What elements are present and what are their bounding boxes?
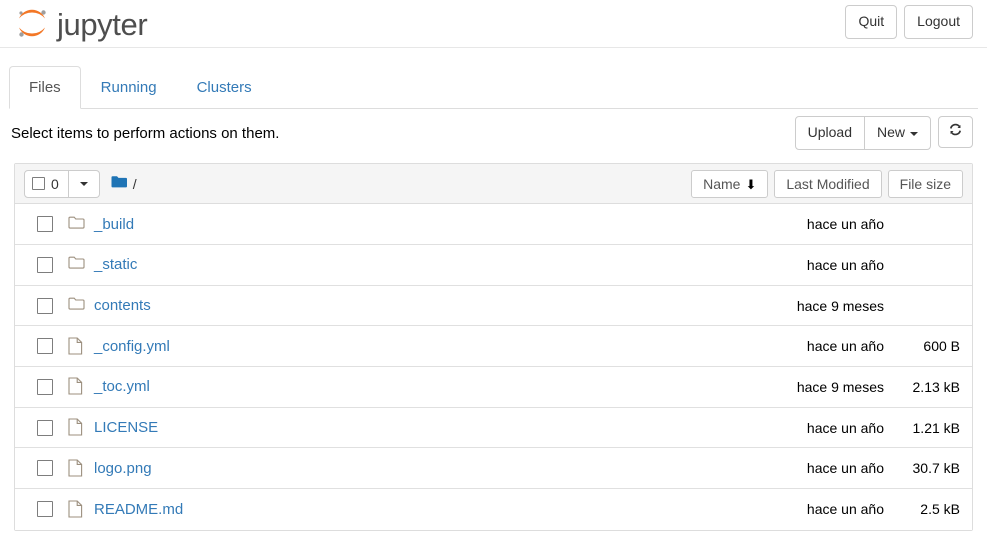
jupyter-logo-icon: [12, 3, 52, 43]
upload-button[interactable]: Upload: [794, 116, 865, 151]
row-checkbox[interactable]: [37, 216, 53, 233]
table-row[interactable]: _static hace un año: [15, 244, 972, 286]
table-row[interactable]: contents hace 9 meses: [15, 285, 972, 327]
logout-button[interactable]: Logout: [904, 5, 973, 39]
tab-files[interactable]: Files: [9, 66, 81, 110]
row-checkbox[interactable]: [37, 460, 53, 477]
column-sort-buttons: Name ⬇ Last Modified File size: [691, 170, 963, 199]
item-name-link[interactable]: README.md: [94, 501, 183, 518]
sort-name-label: Name: [703, 176, 741, 193]
item-modified: hace un año: [806, 338, 884, 355]
table-row[interactable]: _config.yml hace un año 600 B: [15, 326, 972, 368]
selection-hint: Select items to perform actions on them.: [11, 125, 280, 143]
arrow-down-icon: ⬇: [745, 176, 757, 192]
tab-clusters[interactable]: Clusters: [177, 66, 272, 109]
item-name-link[interactable]: contents: [94, 297, 151, 314]
brand-name: jupyter: [57, 6, 148, 42]
file-icon: [68, 459, 85, 478]
row-checkbox[interactable]: [37, 378, 53, 395]
table-row[interactable]: logo.png hace un año 30.7 kB: [15, 448, 972, 490]
sort-last-modified-button[interactable]: Last Modified: [774, 170, 882, 199]
refresh-icon: [948, 124, 963, 140]
item-name-link[interactable]: _config.yml: [94, 338, 170, 355]
item-modified: hace un año: [806, 256, 884, 273]
sort-name-button[interactable]: Name ⬇: [691, 170, 769, 199]
tab-running-link[interactable]: Running: [81, 66, 177, 109]
brand[interactable]: jupyter: [12, 1, 148, 45]
row-checkbox[interactable]: [37, 338, 53, 355]
table-row[interactable]: README.md hace un año 2.5 kB: [15, 489, 972, 530]
page-header: jupyter Quit Logout: [0, 0, 987, 48]
folder-icon: [68, 296, 85, 315]
caret-down-icon: [79, 181, 88, 186]
file-icon: [68, 377, 85, 396]
selected-count: 0: [51, 175, 59, 192]
tab-files-link[interactable]: Files: [9, 66, 81, 110]
select-all-dropdown-button[interactable]: [68, 169, 100, 198]
action-buttons: Upload New: [794, 116, 973, 151]
item-modified: hace un año: [806, 501, 884, 518]
row-checkbox[interactable]: [37, 419, 53, 436]
item-name-link[interactable]: _toc.yml: [94, 378, 150, 395]
tabs-container: Files Running Clusters: [0, 48, 987, 110]
action-bar: Select items to perform actions on them.…: [0, 109, 987, 163]
file-icon: [68, 337, 85, 356]
breadcrumb: /: [111, 175, 137, 192]
item-modified: hace un año: [806, 460, 884, 477]
item-size: 2.5 kB: [920, 501, 960, 518]
new-dropdown-button[interactable]: New: [863, 116, 931, 151]
tab-running[interactable]: Running: [81, 66, 177, 109]
quit-button[interactable]: Quit: [845, 5, 898, 39]
refresh-button[interactable]: [938, 116, 973, 149]
upload-new-group: Upload New: [794, 116, 931, 151]
item-modified: hace un año: [806, 419, 884, 436]
item-size: 2.13 kB: [912, 378, 960, 395]
header-actions: Quit Logout: [845, 5, 973, 39]
item-name-link[interactable]: _build: [94, 216, 134, 233]
file-rows: _build hace un año _static hace un año conte…: [15, 204, 972, 530]
table-row[interactable]: _toc.yml hace 9 meses 2.13 kB: [15, 367, 972, 408]
item-name-link[interactable]: LICENSE: [94, 419, 158, 436]
caret-down-icon: [910, 131, 918, 136]
folder-icon: [68, 215, 85, 234]
select-all-group: 0: [24, 169, 100, 198]
file-list: 0 / Name ⬇ Last Modified File size _buil…: [14, 163, 973, 531]
file-icon: [68, 500, 85, 519]
row-checkbox[interactable]: [37, 256, 53, 273]
select-all-button[interactable]: 0: [24, 169, 69, 198]
item-size: 600 B: [923, 338, 960, 355]
folder-icon: [68, 255, 85, 274]
item-modified: hace 9 meses: [796, 297, 884, 314]
item-size: 1.21 kB: [912, 419, 960, 436]
breadcrumb-path[interactable]: /: [133, 176, 137, 192]
row-checkbox[interactable]: [37, 501, 53, 518]
file-list-header: 0 / Name ⬇ Last Modified File size: [15, 164, 972, 205]
sort-file-size-button[interactable]: File size: [887, 170, 963, 199]
item-name-link[interactable]: _static: [94, 256, 137, 273]
item-size: 30.7 kB: [912, 460, 960, 477]
file-icon: [68, 418, 85, 437]
row-checkbox[interactable]: [37, 297, 53, 314]
folder-filled-icon: [111, 175, 128, 192]
tab-list: Files Running Clusters: [9, 66, 978, 110]
item-name-link[interactable]: logo.png: [94, 460, 152, 477]
checkbox-unchecked-icon[interactable]: [32, 177, 45, 191]
table-row[interactable]: _build hace un año: [15, 204, 972, 245]
item-modified: hace un año: [806, 216, 884, 233]
tab-clusters-link[interactable]: Clusters: [177, 66, 272, 109]
new-dropdown-label: New: [876, 124, 905, 141]
table-row[interactable]: LICENSE hace un año 1.21 kB: [15, 407, 972, 449]
item-modified: hace 9 meses: [796, 378, 884, 395]
